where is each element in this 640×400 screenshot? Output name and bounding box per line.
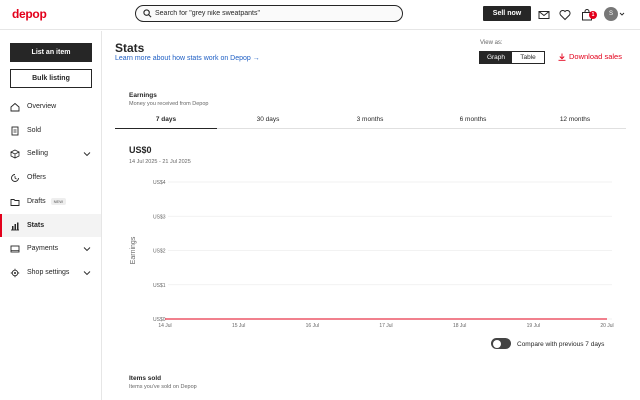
tab-7-days[interactable]: 7 days — [115, 116, 217, 129]
bar-chart-icon — [10, 221, 20, 231]
sidebar-item-payments[interactable]: Payments — [0, 237, 101, 260]
view-toggle: Graph Table — [479, 51, 545, 64]
avatar[interactable]: S — [604, 7, 618, 21]
offers-icon — [10, 173, 20, 183]
compare-label: Compare with previous 7 days — [517, 341, 605, 348]
cart-count-badge: 1 — [589, 11, 597, 19]
sidebar-item-label: Shop settings — [27, 269, 70, 276]
sidebar-item-label: Payments — [27, 245, 59, 252]
tab-30-days[interactable]: 30 days — [217, 116, 319, 129]
sidebar-item-label: Offers — [27, 174, 46, 181]
compare-toggle[interactable] — [491, 338, 511, 349]
x-tick-label: 14 Jul — [158, 323, 171, 329]
sidebar-item-overview[interactable]: Overview — [0, 95, 101, 118]
sidebar-item-selling[interactable]: Selling — [0, 142, 101, 165]
depop-logo[interactable]: depop — [12, 7, 47, 21]
search-bar[interactable] — [135, 5, 403, 22]
y-tick-label: US$1 — [153, 283, 166, 289]
list-item-button[interactable]: List an item — [10, 43, 92, 62]
sidebar-item-label: Overview — [27, 103, 57, 110]
graph-view-button[interactable]: Graph — [480, 52, 512, 63]
sidebar-item-label: Drafts — [27, 198, 46, 205]
tab-12-months[interactable]: 12 months — [524, 116, 626, 129]
date-range: 14 Jul 2025 - 21 Jul 2025 — [129, 159, 191, 165]
y-axis-label: Earnings — [130, 236, 137, 264]
tab-6-months[interactable]: 6 months — [422, 116, 524, 129]
download-sales-button[interactable]: Download sales — [558, 52, 622, 61]
x-tick-label: 18 Jul — [453, 323, 466, 329]
period-tabs: 7 days 30 days 3 months 6 months 12 mont… — [115, 114, 626, 129]
wallet-icon — [10, 244, 20, 254]
arrow-right-icon: → — [252, 55, 260, 62]
y-tick-label: US$2 — [153, 249, 166, 255]
chevron-down-icon[interactable] — [83, 269, 91, 277]
chevron-down-icon[interactable] — [619, 11, 625, 17]
view-as-label: View as: — [480, 40, 503, 46]
sidebar: List an item Bulk listing Overview Sold … — [0, 31, 102, 400]
x-tick-label: 19 Jul — [527, 323, 540, 329]
page-title: Stats — [115, 41, 145, 55]
earnings-chart: Earnings US$0 US$1 US$2 US$3 US$4 14 Jul 15 Jul… — [120, 172, 620, 332]
sidebar-item-offers[interactable]: Offers — [0, 166, 101, 189]
sidebar-item-sold[interactable]: Sold — [0, 119, 101, 142]
new-badge: NEW — [50, 198, 67, 205]
x-tick-label: 16 Jul — [306, 323, 319, 329]
gear-icon — [10, 268, 20, 278]
learn-more-link[interactable]: Learn more about how stats work on Depop… — [115, 55, 260, 62]
sidebar-item-label: Selling — [27, 150, 49, 157]
sidebar-item-stats[interactable]: Stats — [0, 214, 101, 237]
search-icon — [143, 9, 152, 18]
home-icon — [10, 102, 20, 112]
bulk-listing-button[interactable]: Bulk listing — [10, 69, 92, 88]
y-tick-label: US$4 — [153, 180, 166, 186]
sidebar-item-label: Stats — [27, 222, 45, 229]
items-sold-subtitle: Items you've sold on Depop — [129, 384, 197, 390]
chevron-down-icon[interactable] — [83, 150, 91, 158]
items-sold-title: Items sold — [129, 375, 162, 382]
sidebar-item-label: Sold — [27, 127, 42, 134]
toggle-knob — [492, 339, 501, 348]
sidebar-item-shop-settings[interactable]: Shop settings — [0, 261, 101, 284]
heart-icon[interactable] — [559, 8, 571, 21]
earnings-chart-svg: EarningsUS$0US$1US$2US$3US$414 Jul 15 Jul… — [130, 180, 614, 329]
folder-icon — [10, 197, 20, 207]
y-tick-label: US$3 — [153, 214, 166, 220]
chevron-down-icon[interactable] — [83, 245, 91, 253]
sell-now-button[interactable]: Sell now — [483, 6, 531, 21]
box-icon — [10, 149, 20, 159]
sidebar-item-drafts[interactable]: Drafts NEW — [0, 190, 101, 213]
x-tick-label: 20 Jul — [600, 323, 613, 329]
earnings-subtitle: Money you received from Depop — [129, 101, 209, 107]
top-header: depop Sell now 1 S — [0, 0, 640, 30]
earnings-title: Earnings — [129, 92, 157, 99]
x-tick-label: 17 Jul — [379, 323, 392, 329]
receipt-icon — [10, 126, 20, 136]
inbox-icon[interactable] — [538, 8, 550, 20]
tab-3-months[interactable]: 3 months — [319, 116, 421, 129]
table-view-button[interactable]: Table — [512, 52, 544, 63]
earnings-amount: US$0 — [129, 145, 152, 155]
x-tick-label: 15 Jul — [232, 323, 245, 329]
search-input[interactable] — [155, 10, 395, 17]
download-icon — [558, 53, 566, 61]
